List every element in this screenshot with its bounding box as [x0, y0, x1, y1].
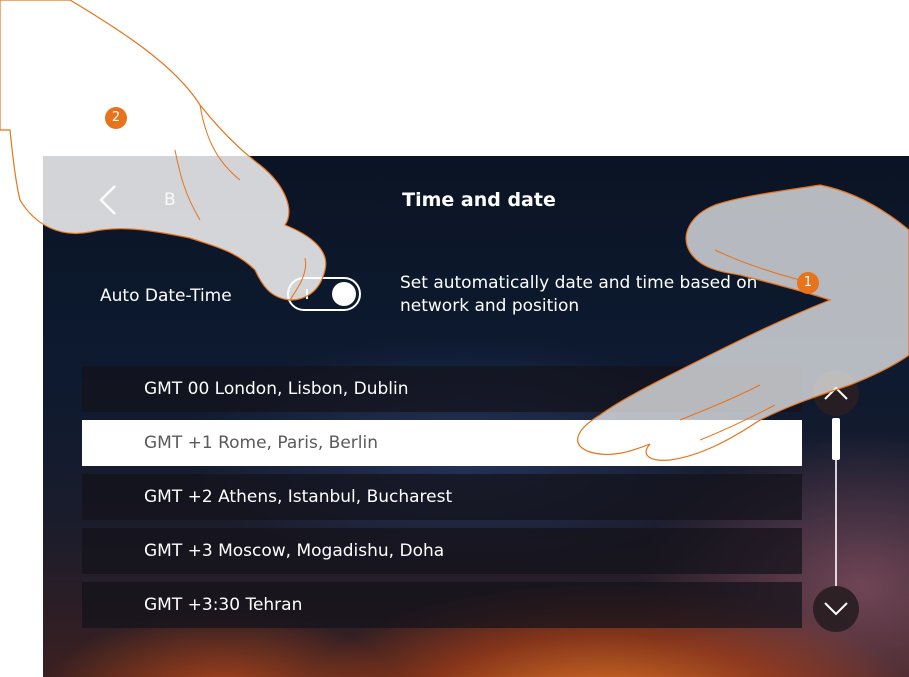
timezone-row-selected[interactable]: GMT +1 Rome, Paris, Berlin [82, 420, 802, 466]
timezone-row[interactable]: GMT +3:30 Tehran [82, 582, 802, 628]
page-title: Time and date [402, 189, 556, 211]
scroll-up-button[interactable] [813, 370, 859, 416]
timezone-row[interactable]: GMT 00 London, Lisbon, Dublin [82, 366, 802, 412]
auto-date-time-label: Auto Date-Time [100, 286, 232, 306]
step-badge-1: 1 [797, 272, 819, 294]
step-badge-2: 2 [105, 107, 127, 129]
timezone-row[interactable]: GMT +3 Moscow, Mogadishu, Doha [82, 528, 802, 574]
instruction-figure: B Time and date Auto Date-Time Set autom… [0, 0, 909, 677]
header-bar: B Time and date [43, 156, 909, 244]
chevron-down-icon [824, 602, 848, 616]
toggle-knob [332, 282, 356, 306]
timezone-row[interactable]: GMT +2 Athens, Istanbul, Bucharest [82, 474, 802, 520]
scrollbar-thumb[interactable] [832, 418, 840, 460]
auto-date-time-description: Set automatically date and time based on… [400, 273, 758, 316]
toggle-on-mark [306, 289, 308, 299]
scroll-down-button[interactable] [813, 586, 859, 632]
chevron-up-icon [824, 386, 848, 400]
device-screen: B Time and date Auto Date-Time Set autom… [43, 156, 909, 677]
auto-date-time-toggle[interactable] [287, 277, 361, 311]
